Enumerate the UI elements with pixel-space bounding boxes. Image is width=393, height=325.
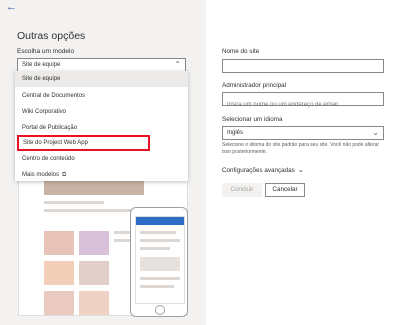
language-select-value: Inglês (227, 130, 244, 136)
chevron-down-icon: ⌄ (372, 128, 379, 137)
arrow-left-icon[interactable]: ← (6, 2, 18, 13)
phone-header-bar (136, 217, 184, 225)
template-option-document-center[interactable]: Central de Documentos (15, 88, 188, 104)
preview-tile (44, 231, 74, 255)
phone-line (140, 285, 174, 288)
language-label: Selecionar um idioma (222, 116, 283, 123)
phone-line (140, 239, 180, 242)
page-title: Outras opções (17, 30, 86, 42)
cancel-button[interactable]: Cancelar (265, 183, 305, 197)
admin-label: Administrador principal (222, 82, 287, 89)
preview-line (44, 201, 104, 204)
admin-field[interactable] (222, 92, 384, 108)
advanced-settings-label: Configurações avançadas (222, 167, 295, 174)
template-dropdown-menu: Site de equipe Central de Documentos Wik… (15, 71, 188, 181)
phone-home-button (155, 305, 165, 315)
admin-input[interactable] (227, 102, 377, 108)
external-link-icon: ⧉ (62, 172, 67, 178)
template-option-team-site[interactable]: Site de equipe (15, 71, 188, 87)
phone-line (140, 247, 170, 250)
more-templates-label: Mais modelos (22, 172, 60, 178)
chevron-up-icon: ⌃ (174, 60, 181, 69)
template-option-publishing-portal[interactable]: Portal de Publicação (15, 120, 188, 136)
phone-line (140, 277, 180, 280)
preview-tile (79, 291, 109, 315)
preview-hero (44, 181, 144, 195)
phone-screen (135, 216, 185, 304)
chevron-down-icon: ⌄ (297, 167, 304, 174)
site-name-input[interactable] (227, 69, 377, 75)
language-select[interactable]: Inglês ⌄ (222, 126, 384, 140)
template-option-enterprise-wiki[interactable]: Wiki Corporativo (15, 104, 188, 120)
template-option-project-web-app[interactable]: Site do Project Web App (17, 135, 150, 151)
preview-tile (44, 291, 74, 315)
preview-tile (79, 231, 109, 255)
template-select-value: Site de equipe (22, 62, 61, 68)
language-help-text: Selecione o idioma do site padrão para s… (222, 142, 380, 155)
preview-tile (44, 261, 74, 285)
template-select[interactable]: Site de equipe ⌃ (17, 58, 186, 72)
site-name-field[interactable] (222, 59, 384, 75)
finish-button[interactable]: Concluir (222, 183, 262, 197)
template-option-content-center[interactable]: Centro de conteúdo (15, 151, 188, 167)
template-label: Escolha um modelo (17, 48, 75, 55)
template-option-more-templates[interactable]: Mais modelos ⧉ (15, 167, 188, 183)
preview-tile (79, 261, 109, 285)
preview-line (44, 209, 134, 212)
phone-line (140, 231, 176, 234)
advanced-settings-toggle[interactable]: Configurações avançadas ⌄ (222, 166, 304, 174)
phone-preview-image (130, 207, 188, 317)
site-name-label: Nome do site (222, 48, 260, 55)
phone-tile (140, 257, 180, 271)
